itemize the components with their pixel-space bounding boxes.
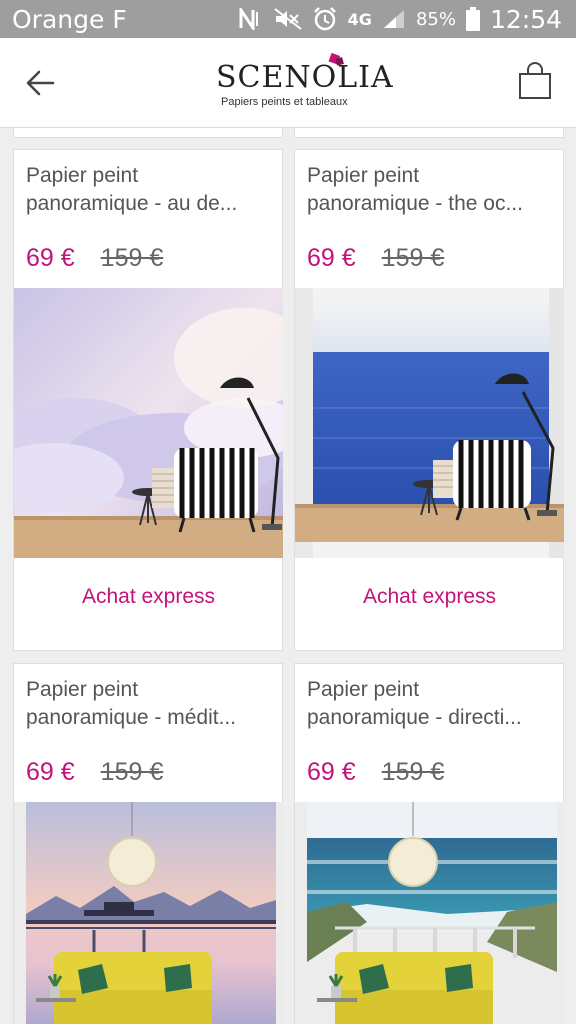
previous-card-bottom bbox=[294, 128, 564, 138]
product-title[interactable]: Papier peint panoramique - directi... bbox=[307, 676, 552, 732]
product-image[interactable] bbox=[295, 288, 564, 558]
beach-room-image bbox=[295, 802, 564, 1024]
network-type: 4G bbox=[347, 9, 372, 29]
original-price: 159 € bbox=[100, 758, 164, 786]
brand-name: SCENOLIA bbox=[216, 60, 394, 95]
clouds-room-image bbox=[14, 288, 283, 558]
original-price: 159 € bbox=[381, 758, 445, 786]
brand-logo[interactable]: SCENOLIA Papiers peints et tableaux bbox=[214, 52, 393, 114]
sale-price: 69 € bbox=[26, 244, 75, 272]
sale-price: 69 € bbox=[26, 758, 75, 786]
status-icons: 4G 85% 12:54 bbox=[238, 3, 562, 35]
signal-icon bbox=[383, 10, 404, 28]
back-button[interactable] bbox=[18, 63, 62, 103]
product-card[interactable]: Papier peint panoramique - au de... 69 €… bbox=[13, 149, 283, 651]
price-row: 69 € 159 € bbox=[26, 758, 163, 787]
brand-tagline: Papiers peints et tableaux bbox=[221, 96, 348, 108]
product-title[interactable]: Papier peint panoramique - au de... bbox=[26, 162, 271, 218]
express-buy-button[interactable]: Achat express bbox=[295, 585, 564, 625]
app-header: SCENOLIA Papiers peints et tableaux bbox=[0, 38, 576, 128]
product-card[interactable]: Papier peint panoramique - médit... 69 €… bbox=[13, 663, 283, 1024]
product-card[interactable]: Papier peint panoramique - directi... 69… bbox=[294, 663, 564, 1024]
carrier-name: Orange F bbox=[12, 5, 127, 34]
clock: 12:54 bbox=[489, 4, 562, 34]
sale-price: 69 € bbox=[307, 244, 356, 272]
arrow-left-icon bbox=[26, 70, 55, 96]
cart-button[interactable] bbox=[518, 62, 558, 106]
sale-price: 69 € bbox=[307, 758, 356, 786]
battery-icon bbox=[465, 7, 480, 31]
product-title[interactable]: Papier peint panoramique - médit... bbox=[26, 676, 271, 732]
mute-icon bbox=[274, 8, 302, 30]
nfc-icon bbox=[239, 8, 258, 30]
meditation-room-image bbox=[14, 802, 283, 1024]
product-grid: Papier peint panoramique - au de... 69 €… bbox=[0, 128, 576, 1024]
product-card[interactable]: Papier peint panoramique - the oc... 69 … bbox=[294, 149, 564, 651]
original-price: 159 € bbox=[381, 244, 445, 272]
product-image[interactable] bbox=[295, 802, 564, 1024]
price-row: 69 € 159 € bbox=[26, 244, 163, 273]
ocean-room-image bbox=[295, 288, 564, 558]
price-row: 69 € 159 € bbox=[307, 758, 444, 787]
alarm-icon bbox=[313, 7, 336, 31]
previous-card-bottom bbox=[13, 128, 283, 138]
battery-percent: 85% bbox=[415, 8, 456, 30]
express-buy-button[interactable]: Achat express bbox=[14, 585, 283, 625]
price-row: 69 € 159 € bbox=[307, 244, 444, 273]
original-price: 159 € bbox=[100, 244, 164, 272]
shopping-bag-icon bbox=[519, 62, 551, 99]
product-image[interactable] bbox=[14, 802, 283, 1024]
status-bar: Orange F 4G 85% 12:54 bbox=[0, 0, 576, 38]
product-image[interactable] bbox=[14, 288, 283, 558]
product-title[interactable]: Papier peint panoramique - the oc... bbox=[307, 162, 552, 218]
